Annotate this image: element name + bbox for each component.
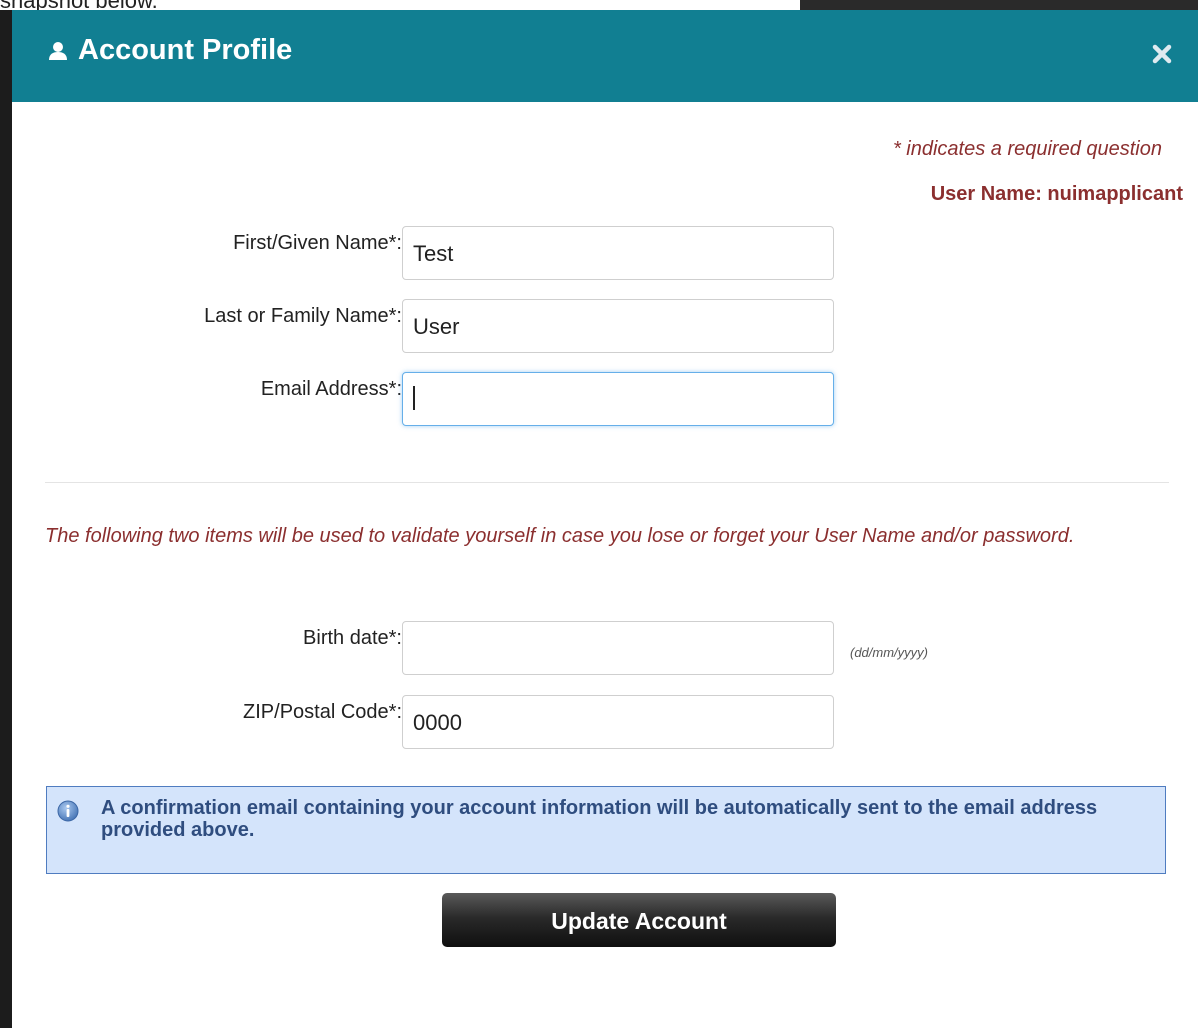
modal-title-text: Account Profile (78, 34, 293, 66)
email-input[interactable] (402, 372, 834, 426)
account-profile-modal: Account Profile * indicates a required q… (12, 10, 1198, 1028)
user-icon (49, 41, 67, 60)
first-name-row: First/Given Name*: Test (12, 226, 1198, 280)
section-divider (45, 482, 1169, 483)
last-name-label: Last or Family Name*: (204, 305, 402, 327)
required-note: * indicates a required question (892, 138, 1162, 160)
email-row: Email Address*: (12, 372, 1198, 426)
modal-title: Account Profile (48, 34, 292, 67)
info-box: A confirmation email containing your acc… (46, 786, 1166, 874)
last-name-input[interactable]: User (402, 299, 834, 353)
first-name-label: First/Given Name*: (233, 232, 402, 254)
birth-date-input[interactable] (402, 621, 834, 675)
close-icon[interactable] (1152, 44, 1172, 64)
email-label: Email Address*: (260, 378, 402, 400)
validation-note: The following two items will be used to … (45, 525, 1075, 547)
update-account-button[interactable]: Update Account (442, 893, 836, 947)
modal-header: Account Profile (12, 10, 1198, 102)
backdrop-left-edge (0, 10, 12, 1028)
text-caret (413, 386, 415, 411)
zip-row: ZIP/Postal Code*: 0000 (12, 695, 1198, 749)
first-name-input[interactable]: Test (402, 226, 834, 280)
backdrop-dark-area (800, 0, 1198, 10)
birth-date-label: Birth date*: (303, 627, 402, 649)
username-line: User Name: nuimapplicant (930, 183, 1183, 205)
info-icon (57, 800, 79, 822)
birth-date-row: Birth date*: (dd/mm/yyyy) (12, 621, 1198, 675)
info-text: A confirmation email containing your acc… (101, 797, 1098, 841)
zip-label: ZIP/Postal Code*: (243, 701, 402, 723)
date-format-hint: (dd/mm/yyyy) (850, 645, 928, 660)
zip-input[interactable]: 0000 (402, 695, 834, 749)
last-name-row: Last or Family Name*: User (12, 299, 1198, 353)
